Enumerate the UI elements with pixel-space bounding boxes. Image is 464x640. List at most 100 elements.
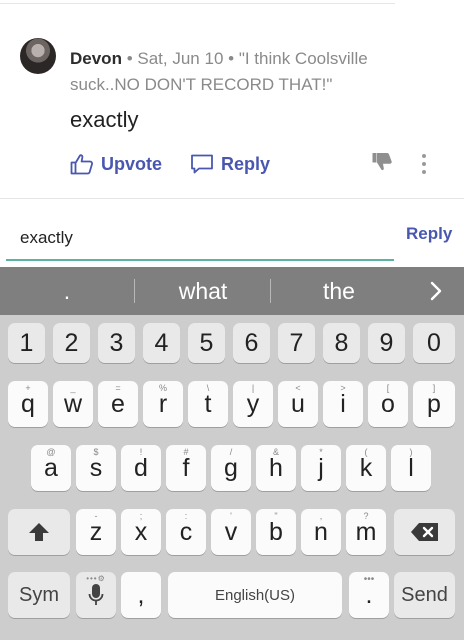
suggestion-1[interactable]: . — [0, 267, 134, 315]
shift-arrow-icon — [29, 523, 49, 541]
key-s[interactable]: $ s — [76, 445, 116, 491]
comma-key[interactable]: , — [121, 572, 161, 618]
key-e-label: e — [111, 389, 125, 418]
suggestion-2[interactable]: what — [136, 267, 270, 315]
key-t[interactable]: \ t — [188, 381, 228, 427]
key-2[interactable]: 2 — [53, 323, 90, 363]
comment-date: Sat, Jun 10 — [137, 49, 224, 68]
key-v-label: v — [224, 517, 238, 546]
key-a-secondary: @ — [46, 447, 56, 457]
key-n[interactable]: ,n — [301, 509, 341, 555]
key-g[interactable]: / g — [211, 445, 251, 491]
upvote-button[interactable]: Upvote — [70, 153, 162, 175]
thumbs-down-icon[interactable] — [372, 152, 394, 172]
key-o-secondary: [ — [386, 383, 390, 393]
key-e[interactable]: = e — [98, 381, 138, 427]
key-e-secondary: = — [115, 383, 121, 393]
key-c-label: c — [179, 517, 193, 546]
suggestion-3[interactable]: the — [272, 267, 406, 315]
key-k-secondary: ( — [364, 447, 368, 457]
key-m[interactable]: ? m — [346, 509, 386, 555]
space-bar[interactable]: English(US) — [168, 572, 342, 618]
key-r-label: r — [158, 389, 168, 418]
key-x-label: x — [134, 517, 148, 546]
key-j[interactable]: * j — [301, 445, 341, 491]
key-z-secondary: - — [94, 511, 98, 521]
key-d-label: d — [134, 453, 148, 482]
period-key[interactable]: •••. — [349, 572, 389, 618]
key-j-label: j — [318, 453, 324, 482]
avatar[interactable] — [20, 38, 56, 74]
divider — [0, 3, 395, 4]
key-c[interactable]: :c — [166, 509, 206, 555]
key-y[interactable]: | y — [233, 381, 273, 427]
key-a[interactable]: @ a — [31, 445, 71, 491]
key-d-secondary: ! — [139, 447, 143, 457]
comment-author[interactable]: Devon — [70, 49, 122, 68]
key-z[interactable]: -z — [76, 509, 116, 555]
key-k[interactable]: (k — [346, 445, 386, 491]
reply-label: Reply — [221, 153, 271, 174]
key-u[interactable]: < u — [278, 381, 318, 427]
more-options-icon[interactable] — [420, 154, 428, 174]
reply-send-button[interactable]: Reply — [406, 224, 452, 244]
comment-card: Devon • Sat, Jun 10 • "I think Coolsvill… — [0, 0, 464, 200]
key-q[interactable]: + q — [8, 381, 48, 427]
sym-key[interactable]: Sym — [8, 572, 70, 618]
key-p-secondary: ] — [432, 383, 436, 393]
key-l[interactable]: ) l — [391, 445, 431, 491]
comment-actions: Upvote Reply — [70, 150, 270, 178]
key-7[interactable]: 7 — [278, 323, 315, 363]
key-0[interactable]: 0 — [413, 323, 455, 363]
chevron-right-icon[interactable] — [424, 279, 448, 303]
key-w-secondary: _ — [70, 383, 76, 393]
key-p-label: p — [427, 389, 441, 418]
shift-key[interactable] — [8, 509, 70, 555]
key-i-label: i — [340, 389, 346, 418]
key-i[interactable]: > i — [323, 381, 363, 427]
key-p[interactable]: ] p — [413, 381, 455, 427]
key-w[interactable]: _ w — [53, 381, 93, 427]
key-9[interactable]: 9 — [368, 323, 405, 363]
comment-body: exactly — [70, 107, 139, 132]
key-c-secondary: : — [184, 511, 188, 521]
key-v[interactable]: ' v — [211, 509, 251, 555]
key-h-secondary: & — [272, 447, 279, 457]
divider — [270, 279, 271, 303]
settings-dots-icon: •••⚙ — [86, 574, 106, 583]
voice-input-key[interactable]: •••⚙ — [76, 572, 116, 618]
key-4[interactable]: 4 — [143, 323, 180, 363]
send-key[interactable]: Send — [394, 572, 455, 618]
key-v-secondary: ' — [230, 511, 232, 521]
backspace-key[interactable] — [394, 509, 455, 555]
key-o-label: o — [381, 389, 395, 418]
key-b[interactable]: " b — [256, 509, 296, 555]
key-h[interactable]: & h — [256, 445, 296, 491]
reply-button[interactable]: Reply — [190, 153, 270, 175]
key-l-label: l — [408, 453, 414, 482]
reply-input[interactable] — [6, 217, 394, 261]
key-q-secondary: + — [25, 383, 31, 393]
key-6[interactable]: 6 — [233, 323, 270, 363]
key-d[interactable]: ! d — [121, 445, 161, 491]
key-z-label: z — [89, 517, 103, 546]
backspace-icon — [410, 523, 438, 541]
key-n-label: n — [314, 517, 328, 546]
key-8[interactable]: 8 — [323, 323, 360, 363]
meta-separator: • — [126, 49, 138, 68]
key-g-secondary: / — [229, 447, 233, 457]
key-o[interactable]: [o — [368, 381, 408, 427]
key-r-secondary: % — [158, 383, 167, 393]
key-x[interactable]: ; x — [121, 509, 161, 555]
key-3[interactable]: 3 — [98, 323, 135, 363]
microphone-icon — [88, 584, 104, 605]
key-i-secondary: > — [340, 383, 346, 393]
key-q-label: q — [21, 389, 35, 418]
key-r[interactable]: % r — [143, 381, 183, 427]
key-1[interactable]: 1 — [8, 323, 45, 363]
divider — [134, 279, 135, 303]
key-5[interactable]: 5 — [188, 323, 225, 363]
key-g-label: g — [224, 453, 238, 482]
keyboard: 1 2 3 4 5 6 7 8 9 0 + q _ w = e % r \ t | y < u… — [0, 315, 464, 640]
key-f[interactable]: # f — [166, 445, 206, 491]
